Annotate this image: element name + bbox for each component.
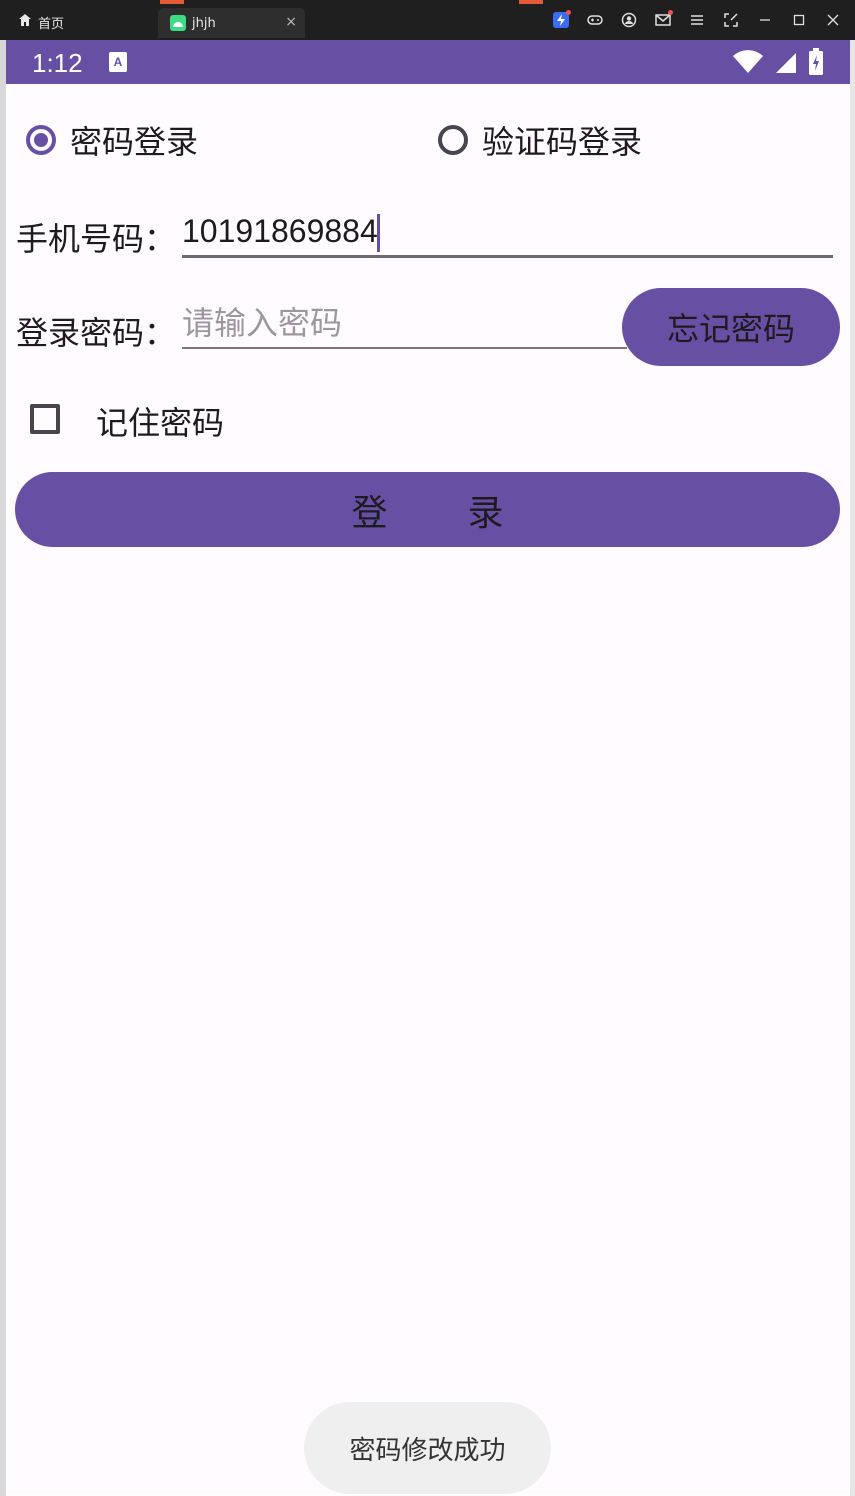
screenshot-icon[interactable] (721, 10, 741, 30)
radio-code-login-label: 验证码登录 (482, 123, 643, 161)
host-accent-strip (519, 0, 543, 4)
keyboard-a-icon: A (109, 52, 127, 72)
status-icons (732, 48, 824, 80)
host-right-edge (850, 40, 855, 1496)
host-titlebar: 首页 jhjh × (0, 0, 855, 40)
host-tab-app[interactable]: jhjh × (158, 8, 305, 38)
host-tab-home[interactable]: 首页 (18, 10, 64, 34)
host-toolbar (551, 10, 843, 30)
battery-icon (808, 48, 824, 80)
remember-password-checkbox[interactable] (30, 404, 60, 434)
menu-icon[interactable] (687, 10, 707, 30)
phone-input[interactable] (182, 210, 832, 252)
radio-checked-icon[interactable] (26, 125, 56, 155)
password-input-underline (182, 347, 627, 349)
password-label: 登录密码： (16, 314, 177, 352)
status-bar: 1:12 A (6, 40, 850, 84)
status-time: 1:12 (32, 48, 83, 78)
wifi-icon (732, 50, 764, 78)
forgot-password-button[interactable]: 忘记密码 (622, 288, 840, 366)
window-close-icon[interactable] (823, 10, 843, 30)
android-icon (170, 15, 186, 31)
phone-screen: 1:12 A 密码登录 验证码登录 手机号码： 登录密码： (6, 40, 850, 1494)
radio-unchecked-icon[interactable] (438, 125, 468, 155)
remember-password-label: 记住密码 (96, 404, 225, 442)
radio-password-login[interactable]: 密码登录 (26, 118, 198, 162)
gamepad-icon[interactable] (585, 10, 605, 30)
login-button-label: 登录 (351, 492, 584, 534)
signal-icon (774, 50, 798, 78)
text-caret (377, 214, 380, 252)
toast-message: 密码修改成功 (304, 1402, 551, 1494)
host-accent-strip (160, 0, 184, 4)
maximize-icon[interactable] (789, 10, 809, 30)
radio-code-login[interactable]: 验证码登录 (438, 118, 642, 162)
host-tab-app-label: jhjh (192, 15, 216, 31)
login-button[interactable]: 登录 (15, 472, 840, 547)
bolt-icon[interactable] (551, 10, 571, 30)
tab-close-icon[interactable]: × (285, 14, 297, 30)
minimize-icon[interactable] (755, 10, 775, 30)
login-mode-radio-group: 密码登录 验证码登录 (6, 118, 850, 162)
home-icon (18, 13, 32, 31)
phone-input-underline (182, 255, 833, 258)
password-input[interactable] (182, 302, 622, 344)
radio-password-login-label: 密码登录 (70, 123, 199, 161)
host-tab-home-label: 首页 (38, 16, 65, 32)
mail-icon[interactable] (653, 10, 673, 30)
phone-label: 手机号码： (16, 220, 177, 258)
account-icon[interactable] (619, 10, 639, 30)
